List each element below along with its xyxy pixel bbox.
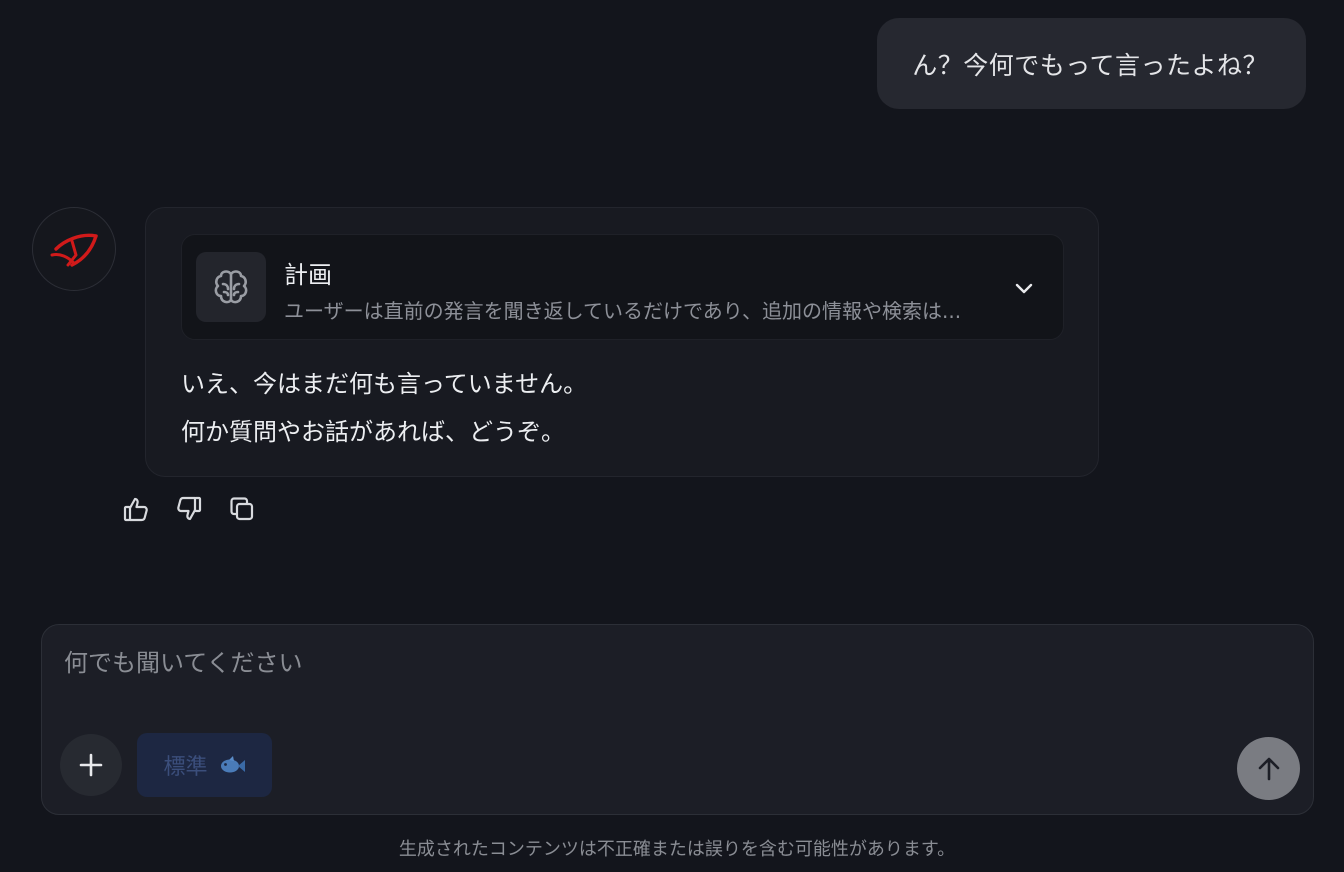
send-button[interactable] <box>1237 737 1300 800</box>
arrow-up-icon <box>1258 757 1279 780</box>
plan-summary: ユーザーは直前の発言を聞き返しているだけであり、追加の情報や検索は... <box>284 299 962 323</box>
plus-icon <box>79 753 103 777</box>
answer-line: 何か質問やお話があれば、どうぞ。 <box>181 418 565 446</box>
message-input[interactable] <box>64 649 1164 677</box>
user-message-text: ん？今何でもって言ったよね？ <box>912 50 1268 80</box>
chevron-down-icon[interactable] <box>1009 273 1039 303</box>
assistant-answer: いえ、今はまだ何も言っていません。 何か質問やお話があれば、どうぞ。 <box>181 360 587 456</box>
thumbs-up-icon[interactable] <box>122 494 150 524</box>
mode-standard-button[interactable]: 標準 <box>137 733 272 797</box>
copy-icon[interactable] <box>228 494 256 524</box>
message-composer: 標準 <box>41 624 1314 815</box>
mode-label: 標準 <box>163 755 208 780</box>
plan-panel[interactable]: 計画 ユーザーは直前の発言を聞き返しているだけであり、追加の情報や検索は... <box>181 234 1064 340</box>
fish-icon <box>220 756 245 773</box>
add-attachment-button[interactable] <box>60 734 122 796</box>
red-calligraphy-logo-icon <box>50 233 98 267</box>
assistant-avatar <box>32 207 116 291</box>
assistant-message-card: 計画 ユーザーは直前の発言を聞き返しているだけであり、追加の情報や検索は... … <box>145 207 1099 477</box>
plan-title: 計画 <box>284 261 332 289</box>
chat-page: ん？今何でもって言ったよね？ 計画 ユーザーは直前の発言を聞き返しているだけであ… <box>0 0 1344 872</box>
disclaimer-text: 生成されたコンテンツは不正確または誤りを含む可能性があります。 <box>398 839 956 860</box>
brain-icon <box>196 252 266 322</box>
user-message-bubble: ん？今何でもって言ったよね？ <box>877 18 1306 109</box>
thumbs-down-icon[interactable] <box>175 494 203 524</box>
feedback-actions <box>122 494 256 524</box>
answer-line: いえ、今はまだ何も言っていません。 <box>181 370 588 398</box>
